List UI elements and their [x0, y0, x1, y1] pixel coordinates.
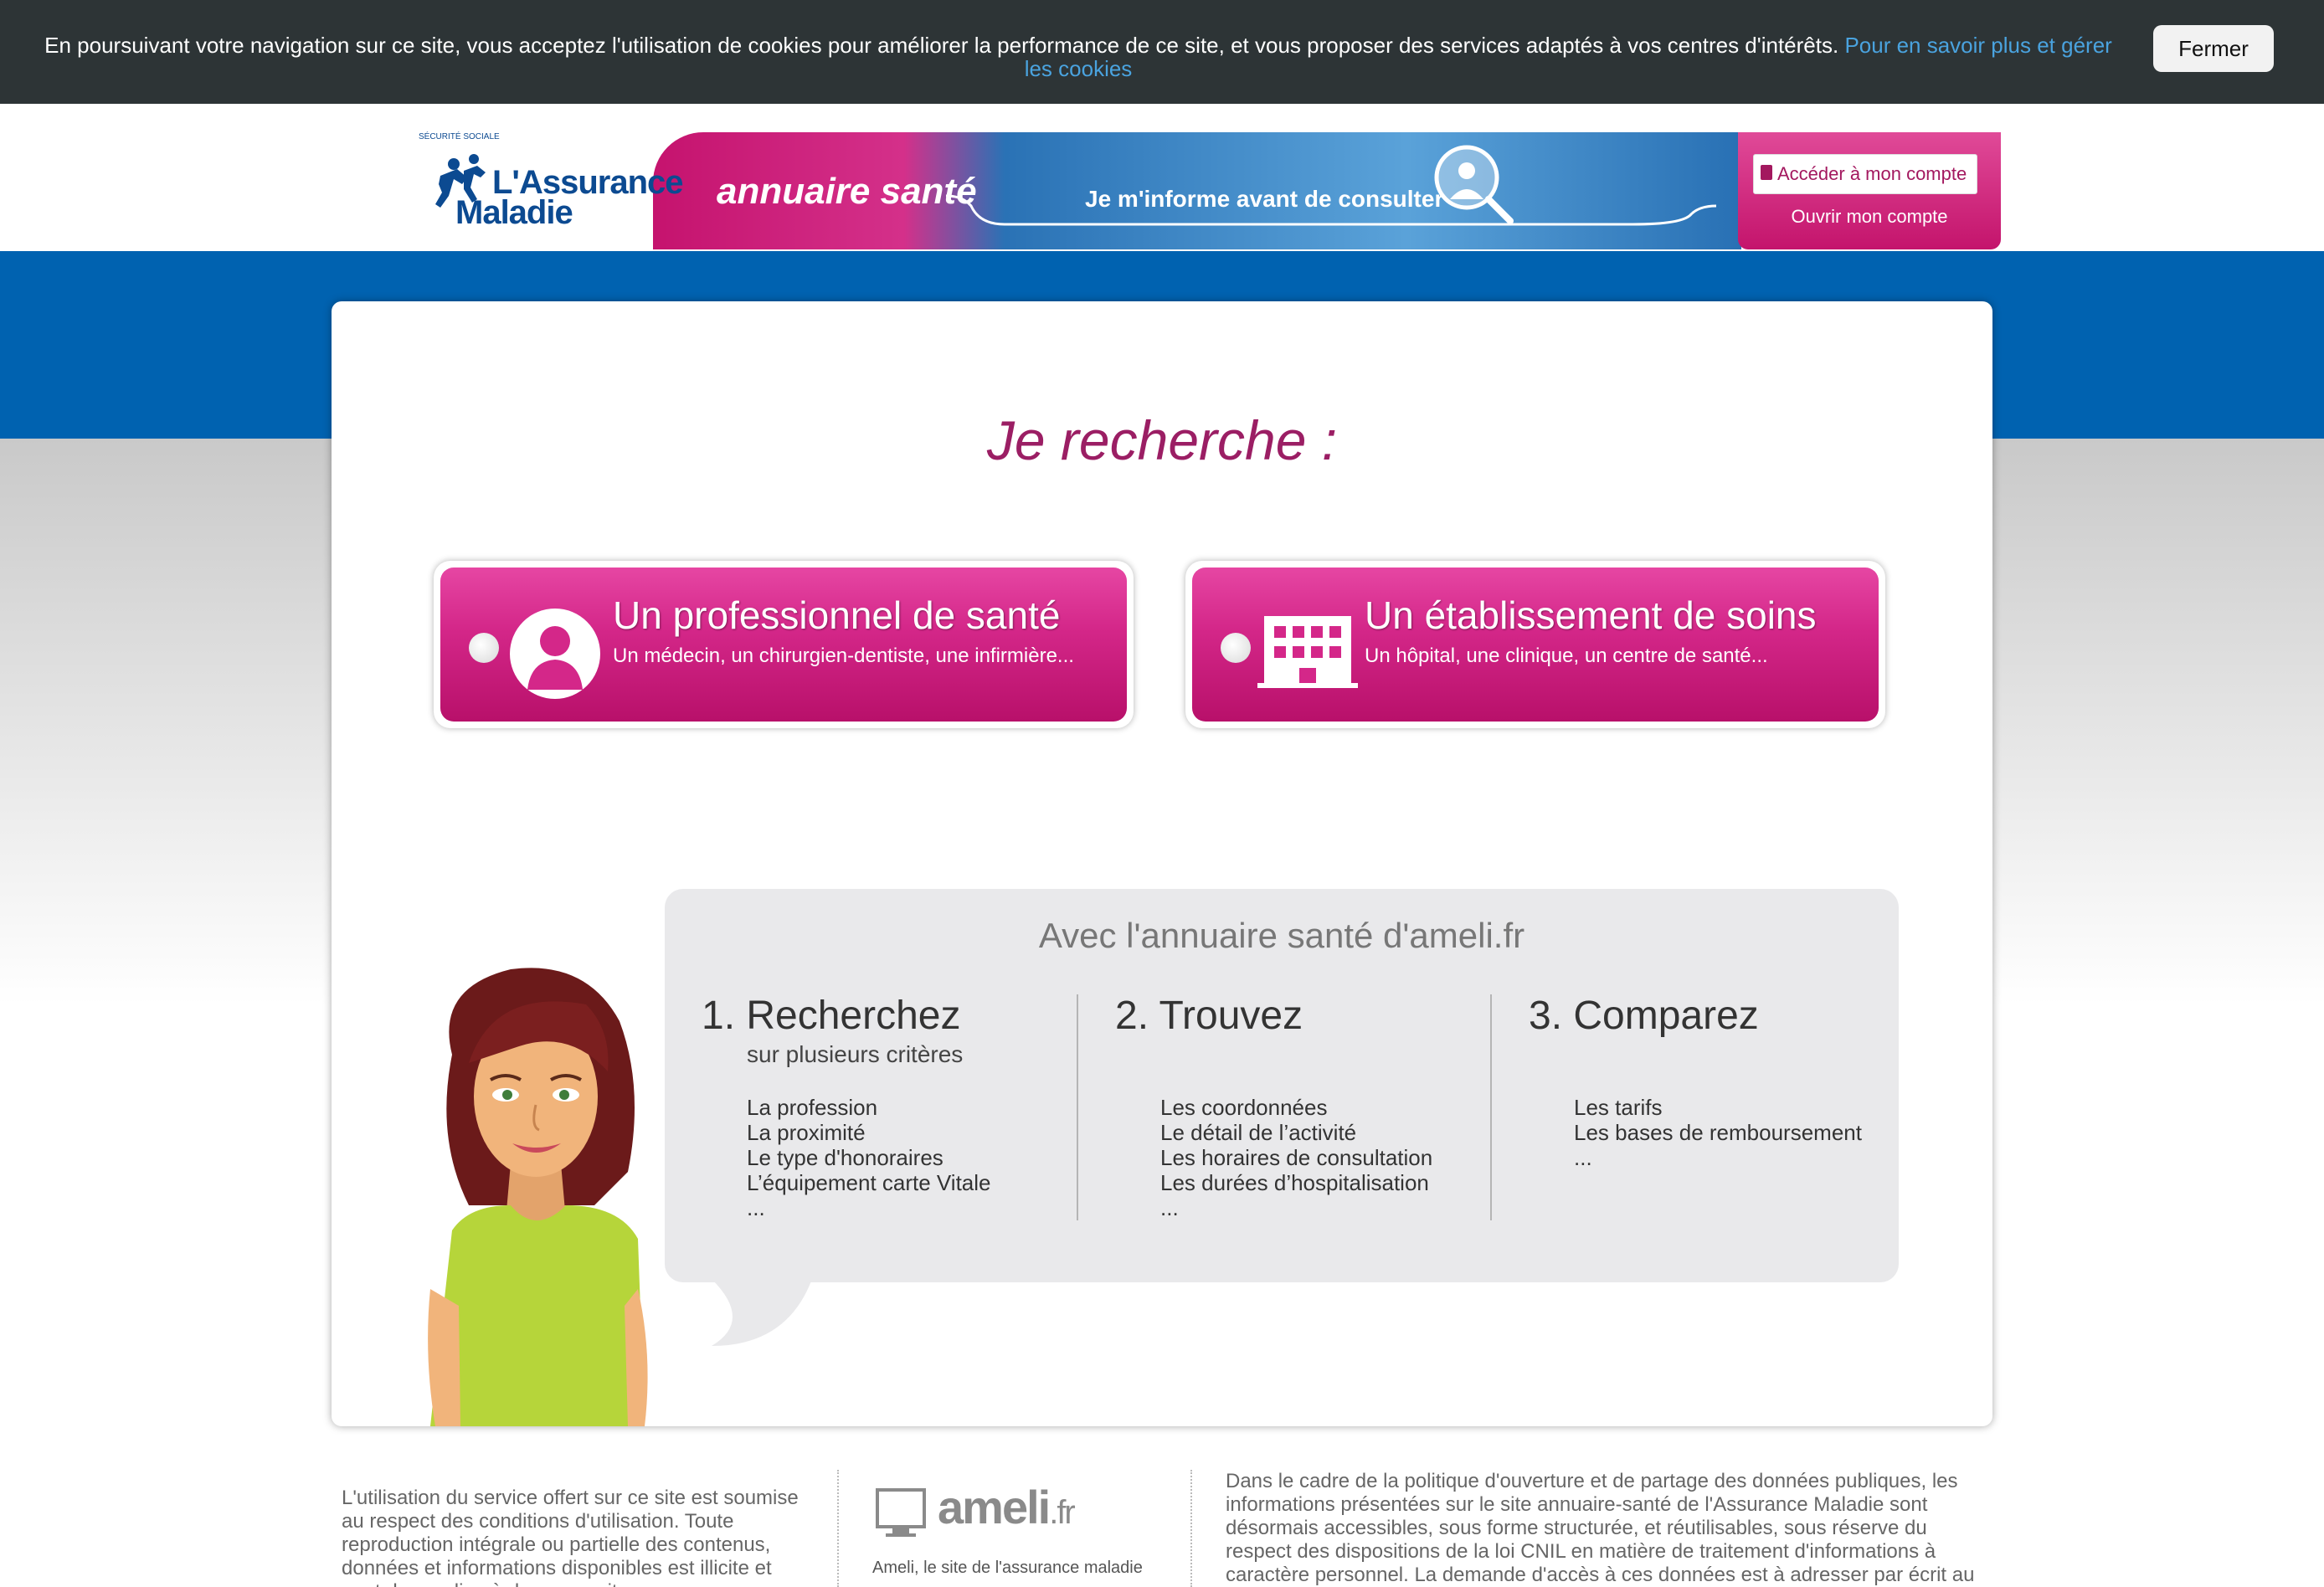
choice-professional-subtitle: Un médecin, un chirurgien-dentiste, une …	[613, 645, 1074, 667]
list-item: L’équipement carte Vitale	[747, 1170, 991, 1195]
list-item: Les bases de remboursement	[1574, 1120, 1862, 1145]
footer-open-data-text: Dans le cadre de la politique d'ouvertur…	[1226, 1470, 1975, 1586]
choice-establishment-button[interactable]: Un établissement de soins Un hôpital, un…	[1185, 561, 1885, 728]
computer-screen-icon	[876, 1488, 926, 1537]
list-item: La profession	[747, 1095, 878, 1120]
radio-dot-icon[interactable]	[1221, 633, 1251, 663]
footer-terms-text: L'utilisation du service offert sur ce s…	[342, 1487, 799, 1587]
cookie-text: En poursuivant votre navigation sur ce s…	[44, 33, 1839, 58]
list-item: ...	[747, 1195, 765, 1220]
list-item: Le détail de l’activité	[1160, 1120, 1357, 1145]
list-item: ...	[1160, 1195, 1179, 1220]
info-title: Avec l'annuaire santé d'ameli.fr	[1038, 916, 1525, 955]
cookie-banner: En poursuivant votre navigation sur ce s…	[0, 0, 2324, 104]
choice-establishment-title: Un établissement de soins	[1365, 593, 1817, 637]
cookie-close-button[interactable]: Fermer	[2153, 25, 2274, 72]
choice-establishment-subtitle: Un hôpital, une clinique, un centre de s…	[1365, 645, 1768, 667]
site-title[interactable]: annuaire santé	[717, 171, 977, 213]
step-2-title: 2. Trouvez	[1115, 994, 1303, 1038]
ameli-logo[interactable]: ameli.fr	[938, 1480, 1076, 1534]
person-icon	[510, 609, 600, 699]
lock-icon	[1761, 165, 1772, 180]
account-access-button[interactable]: Accéder à mon compte	[1753, 154, 1977, 194]
footer-divider	[1190, 1470, 1192, 1587]
step-2-list: Les coordonnées Le détail de l’activité …	[1160, 1095, 1432, 1220]
step-divider	[1490, 994, 1492, 1220]
bubble-tail	[712, 1279, 812, 1346]
logo-text-line2: Maladie	[455, 194, 573, 231]
radio-dot-icon[interactable]	[469, 633, 499, 663]
list-item: Le type d'honoraires	[747, 1145, 943, 1170]
step-3-title: 3. Comparez	[1529, 994, 1759, 1038]
open-account-link[interactable]: Ouvrir mon compte	[1738, 206, 2001, 228]
logo-caption: SÉCURITÉ SOCIALE	[419, 132, 500, 141]
assistant-woman-illustration-icon	[428, 968, 648, 1426]
step-divider	[1077, 994, 1078, 1220]
ameli-caption: Ameli, le site de l'assurance maladie	[872, 1559, 1143, 1577]
search-heading: Je recherche :	[986, 409, 1338, 471]
step-3-list: Les tarifs Les bases de remboursement ..…	[1574, 1095, 1862, 1170]
account-access-label: Accéder à mon compte	[1777, 163, 1967, 184]
choice-professional-button[interactable]: Un professionnel de santé Un médecin, un…	[434, 561, 1134, 728]
choice-professional-title: Un professionnel de santé	[613, 593, 1061, 637]
list-item: La proximité	[747, 1120, 866, 1145]
step-1-subtitle: sur plusieurs critères	[747, 1041, 964, 1067]
ameli-logo-name: ameli	[938, 1481, 1051, 1533]
list-item: ...	[1574, 1145, 1592, 1170]
building-icon	[1257, 616, 1358, 688]
ameli-logo-suffix: .fr	[1049, 1494, 1076, 1531]
list-item: Les horaires de consultation	[1160, 1145, 1433, 1170]
footer-divider	[837, 1470, 839, 1587]
header-wave-line	[946, 194, 1716, 226]
list-item: Les coordonnées	[1160, 1095, 1328, 1120]
list-item: Les durées d’hospitalisation	[1160, 1170, 1429, 1195]
step-1-title: 1. Recherchez	[702, 994, 961, 1038]
step-1-list: La profession La proximité Le type d'hon…	[747, 1095, 991, 1220]
list-item: Les tarifs	[1574, 1095, 1663, 1120]
